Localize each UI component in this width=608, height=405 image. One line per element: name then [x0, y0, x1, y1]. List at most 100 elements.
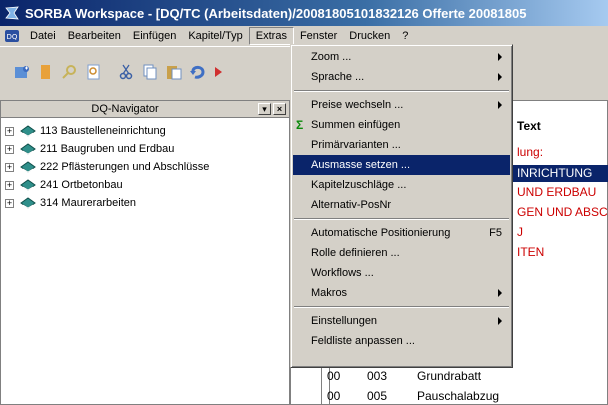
menu-item-ausmasse-setzen[interactable]: Ausmasse setzen ...: [293, 155, 510, 175]
menu-item-summen-einfuegen[interactable]: Σ Summen einfügen: [293, 115, 510, 135]
menu-item-einstellungen[interactable]: Einstellungen: [293, 311, 510, 331]
submenu-arrow-icon: [498, 101, 502, 109]
submenu-arrow-icon: [498, 73, 502, 81]
book-icon: [20, 179, 36, 191]
book-icon: [20, 197, 36, 209]
menu-item-label: Makros: [311, 287, 348, 299]
menu-datei[interactable]: Datei: [24, 28, 62, 44]
text-line[interactable]: lung:: [517, 145, 543, 159]
open-icon[interactable]: [10, 60, 34, 84]
menu-fenster[interactable]: Fenster: [294, 28, 343, 44]
menu-kapitel-typ[interactable]: Kapitel/Typ: [182, 28, 248, 44]
expand-icon[interactable]: +: [5, 198, 14, 208]
close-icon[interactable]: ×: [273, 103, 286, 115]
menu-item-label: Einstellungen: [311, 315, 378, 327]
svg-text:DQ: DQ: [7, 33, 18, 41]
menu-item-feldliste-anpassen[interactable]: Feldliste anpassen ...: [293, 331, 510, 351]
menu-item-alternativ-posnr[interactable]: Alternativ-PosNr: [293, 195, 510, 215]
menu-item-label: Sprache ...: [311, 71, 365, 83]
table-row[interactable]: 00 003 Grundrabatt: [327, 369, 481, 386]
sorba-app-icon: [5, 6, 19, 20]
cell-chapter: 00: [327, 389, 341, 403]
find-page-icon[interactable]: [82, 60, 106, 84]
book-icon: [20, 161, 36, 173]
tree-item-113[interactable]: + 113 Baustelleneinrichtung: [1, 122, 289, 140]
dq-navigator-panel: DQ-Navigator ▾ × + 113 Baustelleneinrich…: [0, 100, 290, 405]
menu-extras[interactable]: Extras: [248, 27, 294, 45]
text-line[interactable]: J: [517, 225, 523, 239]
expand-icon[interactable]: +: [5, 180, 14, 190]
menu-item-rolle-definieren[interactable]: Rolle definieren ...: [293, 243, 510, 263]
tree-item-241[interactable]: + 241 Ortbetonbau: [1, 176, 289, 194]
menu-item-workflows[interactable]: Workflows ...: [293, 263, 510, 283]
tree-item-314[interactable]: + 314 Maurerarbeiten: [1, 194, 289, 212]
menu-separator: [293, 215, 510, 223]
menu-item-sprache[interactable]: Sprache ...: [293, 67, 510, 87]
tree-item-label: 314 Maurerarbeiten: [40, 197, 137, 209]
menu-item-automatische-positionierung[interactable]: Automatische Positionierung F5: [293, 223, 510, 243]
navigator-title: DQ-Navigator: [91, 103, 159, 115]
title-bar[interactable]: SORBA Workspace - [DQ/TC (Arbeitsdaten)/…: [0, 0, 608, 26]
submenu-arrow-icon: [498, 289, 502, 297]
menu-item-label: Zoom ...: [311, 51, 352, 63]
menu-item-zoom[interactable]: Zoom ...: [293, 47, 510, 67]
find-icon[interactable]: [58, 60, 82, 84]
selected-line[interactable]: INRICHTUNG: [513, 165, 608, 182]
copy-icon[interactable]: [138, 60, 162, 84]
menu-item-label: Preise wechseln ...: [311, 99, 404, 111]
dock-icon[interactable]: ▾: [258, 103, 271, 115]
menu-item-label: Automatische Positionierung: [311, 227, 451, 239]
document-icon[interactable]: DQ: [4, 29, 20, 43]
selected-line-text: INRICHTUNG: [517, 166, 593, 180]
cell-chapter: 00: [327, 369, 341, 383]
menu-einfuegen[interactable]: Einfügen: [127, 28, 182, 44]
cell-position: 005: [367, 389, 388, 403]
submenu-arrow-icon: [498, 317, 502, 325]
menu-item-preise-wechseln[interactable]: Preise wechseln ...: [293, 95, 510, 115]
expand-icon[interactable]: +: [5, 162, 14, 172]
cell-position: 003: [367, 369, 388, 383]
paste-icon[interactable]: [162, 60, 186, 84]
menu-item-label: Primärvarianten ...: [311, 139, 401, 151]
red-tool-icon[interactable]: [212, 60, 224, 84]
bookmark-icon[interactable]: [34, 60, 58, 84]
column-header-text[interactable]: Text: [517, 119, 541, 133]
text-line[interactable]: UND ERDBAU: [517, 185, 596, 199]
book-icon: [20, 143, 36, 155]
navigator-header: DQ-Navigator ▾ ×: [1, 101, 289, 118]
menu-item-label: Ausmasse setzen ...: [311, 159, 411, 171]
menu-separator: [293, 303, 510, 311]
menu-item-label: Rolle definieren ...: [311, 247, 400, 259]
menu-item-primaervarianten[interactable]: Primärvarianten ...: [293, 135, 510, 155]
menu-item-label: Summen einfügen: [311, 119, 401, 131]
text-line[interactable]: GEN UND ABSC: [517, 205, 608, 219]
text-line[interactable]: ITEN: [517, 245, 544, 259]
menu-item-label: Kapitelzuschläge ...: [311, 179, 407, 191]
table-row[interactable]: 00 005 Pauschalabzug: [327, 389, 499, 405]
menu-bearbeiten[interactable]: Bearbeiten: [62, 28, 127, 44]
tree-item-label: 211 Baugruben und Erdbau: [40, 143, 175, 155]
menu-item-label: Feldliste anpassen ...: [311, 335, 415, 347]
tree-item-222[interactable]: + 222 Pflästerungen und Abschlüsse: [1, 158, 289, 176]
tree-item-label: 241 Ortbetonbau: [40, 179, 123, 191]
navigator-tree: + 113 Baustelleneinrichtung + 211 Baugru…: [1, 118, 289, 212]
menu-separator: [293, 87, 510, 95]
menu-help[interactable]: ?: [396, 28, 414, 44]
menu-item-kapitelzuschlaege[interactable]: Kapitelzuschläge ...: [293, 175, 510, 195]
extras-menu: Zoom ... Sprache ... Preise wechseln ...…: [290, 44, 513, 368]
cut-icon[interactable]: [114, 60, 138, 84]
sum-icon: Σ: [296, 118, 304, 132]
undo-icon[interactable]: [186, 60, 210, 84]
menu-item-makros[interactable]: Makros: [293, 283, 510, 303]
tree-item-211[interactable]: + 211 Baugruben und Erdbau: [1, 140, 289, 158]
menu-item-shortcut: F5: [489, 227, 502, 239]
expand-icon[interactable]: +: [5, 144, 14, 154]
tree-item-label: 113 Baustelleneinrichtung: [40, 125, 166, 137]
book-icon: [20, 125, 36, 137]
toolbar: [0, 46, 300, 100]
menu-drucken[interactable]: Drucken: [343, 28, 396, 44]
cell-text: Grundrabatt: [417, 369, 482, 383]
expand-icon[interactable]: +: [5, 126, 14, 136]
cell-text: Pauschalabzug: [417, 389, 500, 403]
menu-item-label: Alternativ-PosNr: [311, 199, 392, 211]
